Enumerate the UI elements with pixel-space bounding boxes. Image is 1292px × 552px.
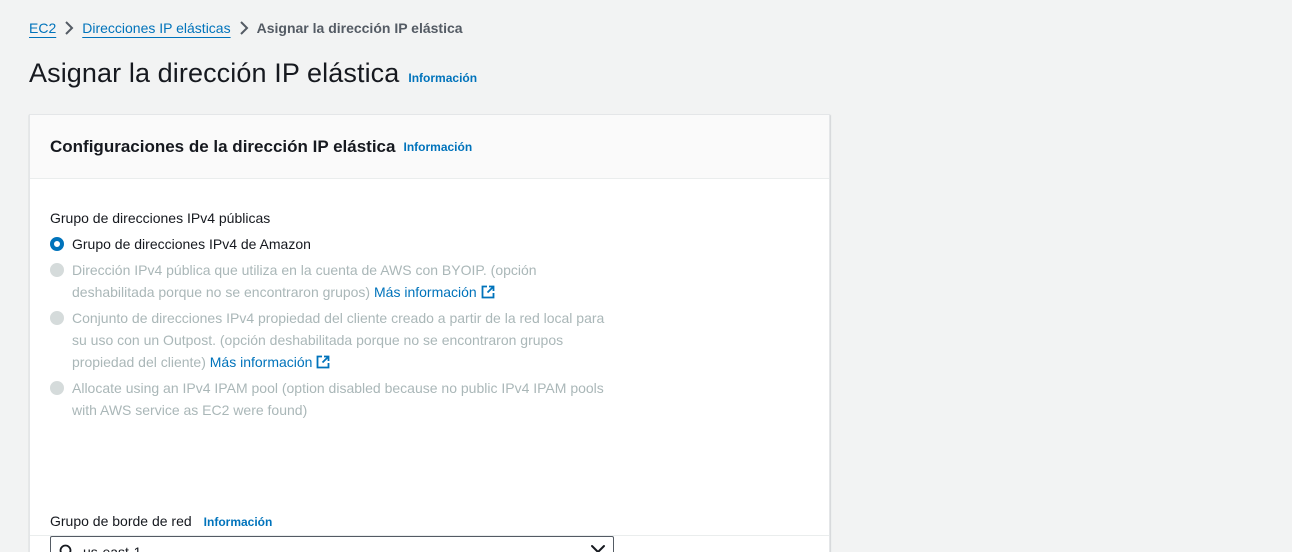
pool-group-label: Grupo de direcciones IPv4 públicas [50,210,271,226]
network-border-group-info-link[interactable]: Información [204,515,273,529]
radio-amazon-pool[interactable]: Grupo de direcciones IPv4 de Amazon [50,233,622,255]
close-icon[interactable] [589,543,607,552]
breadcrumb: EC2 Direcciones IP elásticas Asignar la … [29,18,463,38]
chevron-right-icon [231,21,257,35]
radio-button-disabled [50,263,64,277]
radio-ipam-pool: Allocate using an IPv4 IPAM pool (option… [50,377,622,421]
network-border-group-input[interactable]: us-east-1 [50,536,614,552]
network-border-group-label-row: Grupo de borde de red Información [50,513,272,529]
radio-byoip: Dirección IPv4 pública que utiliza en la… [50,259,622,305]
network-border-group-label: Grupo de borde de red [50,513,192,529]
radio-label: Grupo de direcciones IPv4 de Amazon [72,236,311,252]
panel-info-link[interactable]: Información [403,140,472,154]
radio-label: Allocate using an IPv4 IPAM pool (option… [72,380,604,418]
more-info-link[interactable]: Más información [210,354,331,370]
page-title: Asignar la dirección IP elástica [29,58,400,88]
breadcrumb-item-elastic-ips[interactable]: Direcciones IP elásticas [82,20,230,36]
radio-label: Conjunto de direcciones IPv4 propiedad d… [72,310,605,370]
panel-header: Configuraciones de la dirección IP elást… [30,115,829,179]
external-link-icon [316,353,330,375]
radio-button-disabled [50,381,64,395]
page-info-link[interactable]: Información [408,71,477,85]
chevron-right-icon [56,21,82,35]
radio-customer-owned: Conjunto de direcciones IPv4 propiedad d… [50,307,622,375]
page: EC2 Direcciones IP elásticas Asignar la … [0,0,1292,552]
search-icon [59,544,75,552]
radio-button-selected[interactable] [50,237,64,251]
more-info-link[interactable]: Más información [374,284,495,300]
breadcrumb-current: Asignar la dirección IP elástica [256,20,463,36]
more-info-link-text: Más información [374,284,477,300]
more-info-link-text: Más información [209,354,313,370]
radio-label-container: Dirección IPv4 pública que utiliza en la… [72,259,622,305]
panel-title: Configuraciones de la dirección IP elást… [50,136,396,156]
breadcrumb-item-ec2[interactable]: EC2 [29,20,56,36]
section-divider [30,535,829,536]
network-border-group-value[interactable]: us-east-1 [83,544,589,552]
radio-button-disabled [50,311,64,325]
elastic-ip-settings-panel: Configuraciones de la dirección IP elást… [29,114,830,552]
radio-label-container: Conjunto de direcciones IPv4 propiedad d… [72,307,622,375]
external-link-icon [481,283,495,305]
page-header: Asignar la dirección IP elástica Informa… [29,58,477,89]
